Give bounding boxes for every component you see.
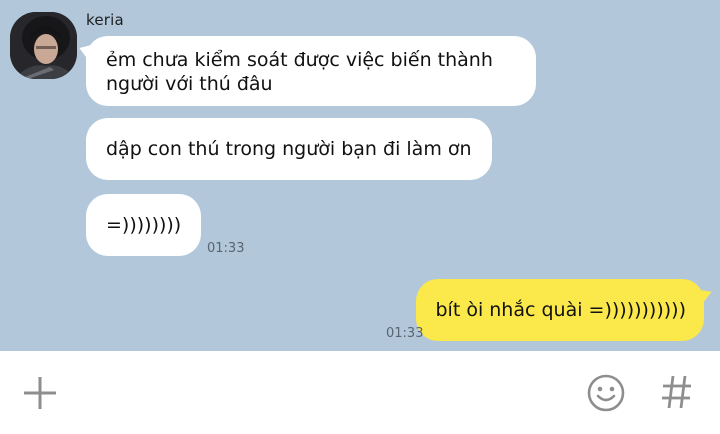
- message-timestamp: 01:33: [207, 241, 245, 256]
- hashtag-icon[interactable]: [660, 373, 694, 411]
- emoji-icon[interactable]: [586, 373, 626, 413]
- chat-area: keria ẻm chưa kiểm soát được việc biến t…: [0, 0, 720, 351]
- message-bubble[interactable]: dập con thú trong người bạn đi làm ơn: [86, 118, 492, 180]
- sender-name: keria: [86, 11, 124, 29]
- my-message-timestamp: 01:33: [386, 326, 424, 341]
- avatar[interactable]: [10, 12, 77, 79]
- message-bubble[interactable]: ẻm chưa kiểm soát được việc biến thành n…: [86, 36, 536, 106]
- plus-icon[interactable]: [22, 375, 58, 411]
- message-bubble[interactable]: =)))))))): [86, 194, 202, 256]
- my-message-bubble[interactable]: bít òi nhắc quài =))))))))))): [416, 279, 704, 341]
